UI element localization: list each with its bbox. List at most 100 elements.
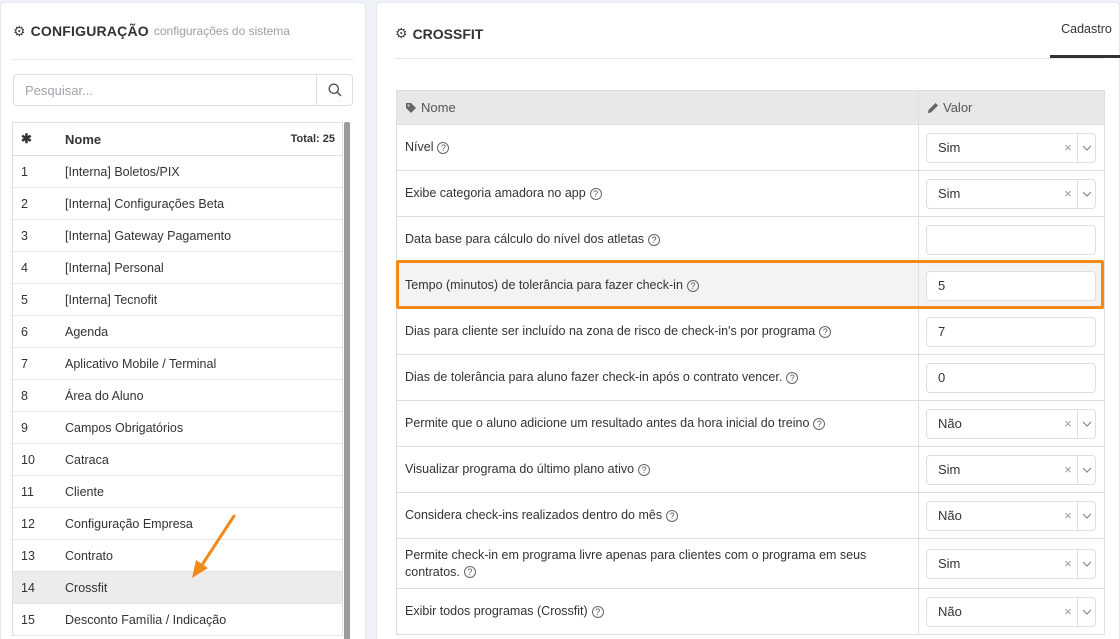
chevron-down-icon[interactable] [1077,501,1095,530]
setting-label-cell: Exibir todos programas (Crossfit)? [397,589,919,634]
asterisk-icon: ✱ [21,131,32,146]
clear-icon[interactable]: × [1059,556,1077,571]
help-icon[interactable]: ? [638,463,651,476]
setting-input[interactable] [926,270,1096,301]
settings-row: Exibir todos programas (Crossfit)? Não × [397,589,1104,635]
list-item[interactable]: 13 Contrato [13,540,342,572]
list-item-number: 7 [21,356,28,371]
setting-label: Permite que o aluno adicione um resultad… [405,416,810,430]
list-item-label: Campos Obrigatórios [65,420,184,435]
setting-value-cell [919,309,1104,354]
settings-row: Considera check-ins realizados dentro do… [397,493,1104,539]
select-value: Sim [938,556,961,571]
setting-input[interactable] [926,224,1096,255]
setting-select[interactable]: Sim × [926,132,1096,163]
setting-label: Visualizar programa do último plano ativ… [405,462,635,476]
help-icon[interactable]: ? [437,141,450,154]
setting-input[interactable] [926,362,1096,393]
help-icon[interactable]: ? [813,417,826,430]
setting-label-cell: Nível? [397,125,919,170]
list-item-label: [Interna] Boletos/PIX [65,164,180,179]
list-item[interactable]: 10 Catraca [13,444,342,476]
list-item-label: [Interna] Configurações Beta [65,196,225,211]
setting-select[interactable]: Sim × [926,454,1096,485]
sidebar-header: ⚙ CONFIGURAÇÃO configurações do sistema [13,3,353,60]
setting-label-cell: Exibe categoria amadora no app? [397,171,919,216]
setting-label: Dias para cliente ser incluído na zona d… [405,324,816,338]
list-scrollbar[interactable] [344,122,350,639]
clear-icon[interactable]: × [1059,416,1077,431]
list-item[interactable]: 12 Configuração Empresa [13,508,342,540]
select-value: Sim [938,186,961,201]
help-icon[interactable]: ? [666,509,679,522]
setting-select[interactable]: Não × [926,408,1096,439]
clear-icon[interactable]: × [1059,462,1077,477]
settings-table-header: Nome Valor [397,91,1104,125]
list-item[interactable]: 8 Área do Aluno [13,380,342,412]
list-item[interactable]: 11 Cliente [13,476,342,508]
setting-select[interactable]: Não × [926,596,1096,627]
list-header: ✱ Nome Total: 25 [13,123,342,156]
list-item-number: 3 [21,228,28,243]
setting-value-cell: Não × [919,493,1104,538]
setting-select[interactable]: Sim × [926,548,1096,579]
chevron-down-icon[interactable] [1077,179,1095,208]
setting-label-cell: Data base para cálculo do nível dos atle… [397,217,919,262]
search-input[interactable] [14,75,316,105]
tag-icon [406,102,416,113]
help-icon[interactable]: ? [589,187,602,200]
list-item[interactable]: 6 Agenda [13,316,342,348]
clear-icon[interactable]: × [1059,604,1077,619]
list-item-label: [Interna] Gateway Pagamento [65,228,232,243]
settings-header: ⚙ CROSSFIT Cadastro [395,3,1120,59]
list-item-number: 15 [21,612,35,627]
settings-row: Dias de tolerância para aluno fazer chec… [397,355,1104,401]
clear-icon[interactable]: × [1059,140,1077,155]
help-icon[interactable]: ? [648,233,661,246]
setting-select[interactable]: Não × [926,500,1096,531]
list-item[interactable]: 5 [Interna] Tecnofit [13,284,342,316]
page-subtitle: configurações do sistema [153,24,290,38]
help-icon[interactable]: ? [819,325,832,338]
setting-label: Considera check-ins realizados dentro do… [405,508,663,522]
help-icon[interactable]: ? [686,279,699,292]
list-item[interactable]: 7 Aplicativo Mobile / Terminal [13,348,342,380]
list-item-label: Contrato [65,548,113,563]
settings-row: Tempo (minutos) de tolerância para fazer… [397,263,1104,309]
chevron-down-icon[interactable] [1077,597,1095,626]
gear-icon: ⚙ [395,25,408,41]
list-item-number: 1 [21,164,28,179]
list-item[interactable]: 14 Crossfit [13,572,342,604]
list-item[interactable]: 15 Desconto Família / Indicação [13,604,342,636]
list-item-number: 4 [21,260,28,275]
help-icon[interactable]: ? [463,566,476,579]
list-item[interactable]: 4 [Interna] Personal [13,252,342,284]
list-item[interactable]: 9 Campos Obrigatórios [13,412,342,444]
setting-input[interactable] [926,316,1096,347]
list-item[interactable]: 3 [Interna] Gateway Pagamento [13,220,342,252]
list-item[interactable]: 1 [Interna] Boletos/PIX [13,156,342,188]
setting-value-cell: Sim × [919,539,1104,588]
chevron-down-icon[interactable] [1077,549,1095,578]
search-button[interactable] [316,75,352,105]
chevron-down-icon[interactable] [1077,133,1095,162]
setting-label-cell: Permite check-in em programa livre apena… [397,539,919,588]
clear-icon[interactable]: × [1059,508,1077,523]
chevron-down-icon[interactable] [1077,409,1095,438]
col-name-header: Nome [397,91,919,124]
help-icon[interactable]: ? [591,605,604,618]
tab-cadastro[interactable]: Cadastro [1050,3,1120,58]
help-icon[interactable]: ? [786,371,799,384]
setting-select[interactable]: Sim × [926,178,1096,209]
list-item[interactable]: 2 [Interna] Configurações Beta [13,188,342,220]
clear-icon[interactable]: × [1059,186,1077,201]
chevron-down-icon[interactable] [1077,455,1095,484]
setting-label-cell: Tempo (minutos) de tolerância para fazer… [397,263,919,308]
page-title: CONFIGURAÇÃO [30,23,149,39]
list-item-label: Catraca [65,452,109,467]
list-item-number: 11 [21,484,34,499]
list-item-number: 10 [21,452,35,467]
setting-value-cell [919,355,1104,400]
gears-icon: ⚙ [13,22,26,39]
setting-label: Exibe categoria amadora no app [405,186,586,200]
